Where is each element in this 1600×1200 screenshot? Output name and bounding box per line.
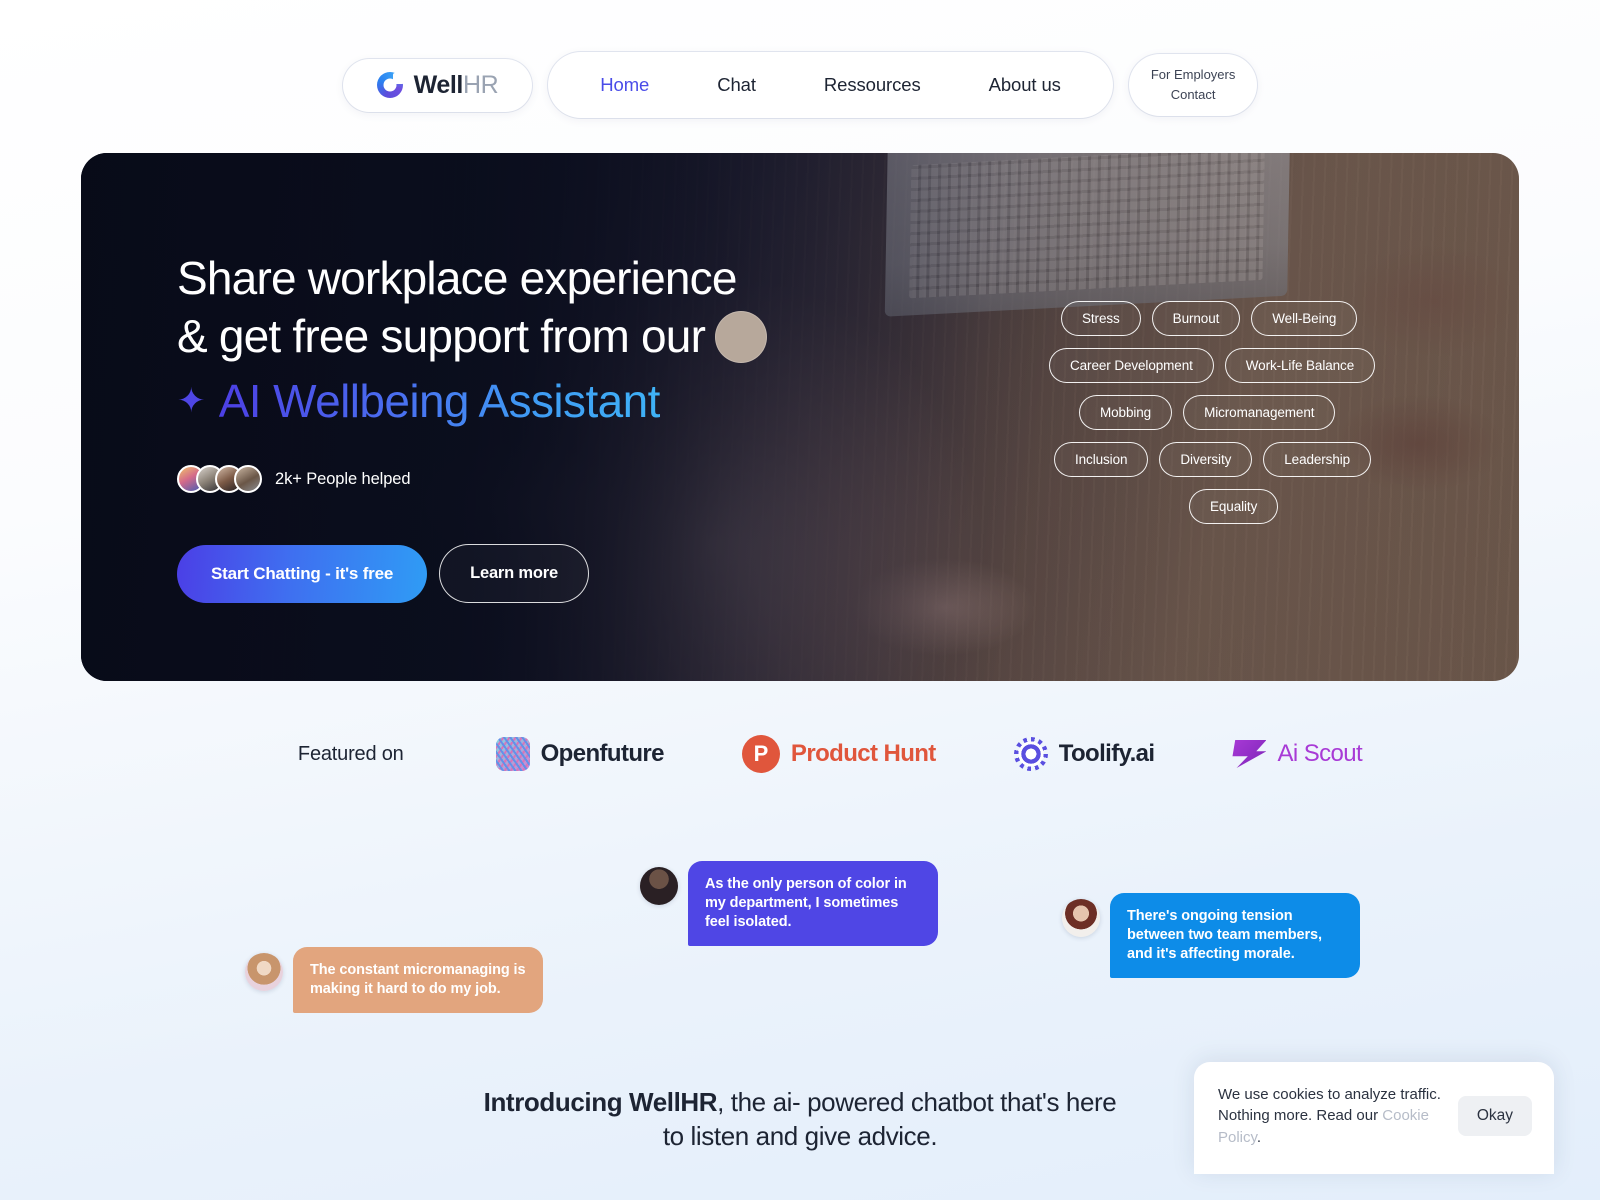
toolify-icon [1013,737,1048,771]
brand-product-hunt-label: Product Hunt [790,740,936,767]
tag-mobbing[interactable]: Mobbing [1079,395,1173,430]
tag-career-development[interactable]: Career Development [1049,348,1214,383]
for-employers-label: For Employers [1150,66,1236,82]
chat-bubble-text: There's ongoing tension between two team… [1110,893,1360,978]
top-navigation: WellHR Home Chat Ressources About us For… [0,0,1600,118]
nav-menu: Home Chat Ressources About us [548,52,1113,118]
headline-line-2-text: & get free support from our [177,310,706,363]
nav-item-ressources[interactable]: Ressources [790,58,955,112]
start-chatting-button[interactable]: Start Chatting - it's free [177,544,428,603]
cookie-banner: We use cookies to analyze traffic. Nothi… [1194,1062,1554,1174]
cookie-text: We use cookies to analyze traffic. Nothi… [1218,1084,1442,1148]
brand-openfuture-label: Openfuture [540,740,665,767]
logo-text: WellHR [414,71,499,100]
tag-row: Equality [1189,489,1519,524]
nav-item-about-us[interactable]: About us [955,58,1095,112]
product-hunt-icon: P [741,735,780,773]
hero-headline: Share workplace experience & get free su… [177,249,768,430]
sparkle-icon: ✦ [177,382,205,421]
chat-message-purple: As the only person of color in my depart… [640,861,938,946]
nav-item-chat[interactable]: Chat [683,58,790,112]
cookie-okay-button[interactable]: Okay [1457,1095,1532,1136]
social-proof: 2k+ People helped [177,465,411,493]
brand-toolify-label: Toolify.ai [1058,740,1155,767]
avatar [234,465,262,493]
avatar [245,953,283,991]
ai-scout-icon [1232,740,1267,768]
tag-row: Mobbing Micromanagement [1079,395,1519,430]
logo-text-light: HR [462,70,499,99]
intro-rest: , the ai- powered chatbot that's here [717,1087,1117,1117]
brand-openfuture[interactable]: Openfuture [495,737,665,771]
intro-bold: Introducing WellHR [483,1087,718,1117]
headline-line-2: & get free support from our [177,307,768,365]
for-employers-contact-button[interactable]: For Employers Contact [1128,53,1258,117]
chat-message-peach: The constant micromanaging is making it … [245,947,543,1013]
tag-well-being[interactable]: Well-Being [1251,301,1358,336]
learn-more-button[interactable]: Learn more [439,544,589,603]
tag-row: Career Development Work-Life Balance [1049,348,1519,383]
hero-cta-group: Start Chatting - it's free Learn more [177,544,589,603]
headline-line-3: ✦ AI Wellbeing Assistant [177,372,767,430]
tag-inclusion[interactable]: Inclusion [1054,442,1149,477]
brand-toolify[interactable]: Toolify.ai [1013,737,1155,771]
chat-bubble-text: The constant micromanaging is making it … [293,947,543,1013]
chat-bubble-text: As the only person of color in my depart… [688,861,938,946]
avatar [640,867,678,905]
wellhr-logo-icon [376,72,404,98]
tag-micromanagement[interactable]: Micromanagement [1183,395,1336,430]
tag-work-life-balance[interactable]: Work-Life Balance [1224,348,1376,383]
contact-label: Contact [1170,87,1216,102]
logo-text-bold: Well [413,70,464,99]
brand-ai-scout[interactable]: Ai Scout [1232,740,1363,768]
featured-on-strip: Featured on Openfuture P Product Hunt To… [0,735,1600,773]
headline-line-1-text: Share workplace experience [177,252,737,304]
tag-row: Inclusion Diversity Leadership [1054,442,1519,477]
tag-row: Stress Burnout Well-Being [1061,301,1519,336]
tag-stress[interactable]: Stress [1061,301,1141,336]
nav-item-home[interactable]: Home [566,58,683,112]
logo[interactable]: WellHR [342,58,533,112]
tag-diversity[interactable]: Diversity [1159,442,1253,477]
tag-burnout[interactable]: Burnout [1151,301,1241,336]
headline-gradient-text: AI Wellbeing Assistant [219,372,661,430]
brand-product-hunt[interactable]: P Product Hunt [741,735,936,773]
avatar-group [177,465,262,493]
brand-ai-scout-label: Ai Scout [1277,740,1363,767]
hero-banner: Share workplace experience & get free su… [81,153,1519,681]
featured-on-label: Featured on [297,742,404,765]
people-helped-label: 2k+ People helped [275,469,411,488]
chat-bubble-showcase: As the only person of color in my depart… [0,855,1600,1085]
headline-line-1: Share workplace experience [177,249,767,307]
cookie-text-part2: . [1256,1128,1262,1146]
openfuture-icon [495,737,530,771]
tag-leadership[interactable]: Leadership [1263,442,1372,477]
chat-message-blue: There's ongoing tension between two team… [1062,893,1360,978]
headline-avatar [715,310,768,363]
topic-tag-cloud: Stress Burnout Well-Being Career Develop… [1049,301,1519,536]
avatar [1062,899,1100,937]
tag-equality[interactable]: Equality [1189,489,1279,524]
